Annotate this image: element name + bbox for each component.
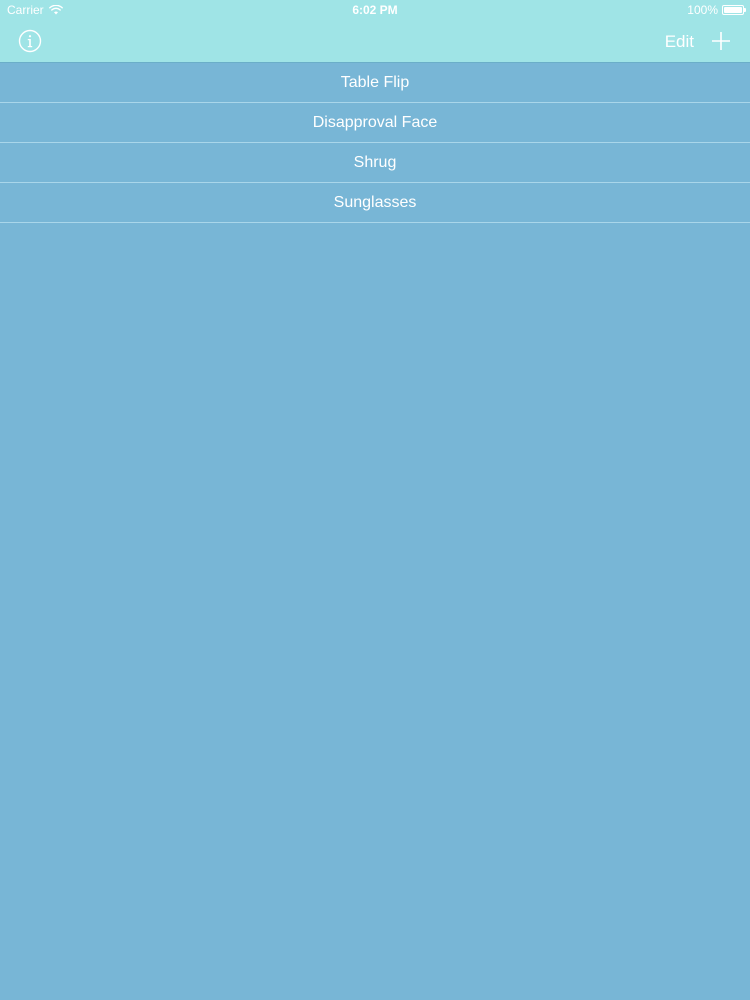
list-item-label: Sunglasses bbox=[333, 193, 417, 211]
list-item-label: Disapproval Face bbox=[312, 113, 438, 131]
battery-icon bbox=[722, 5, 746, 15]
list-item-label: Table Flip bbox=[340, 73, 410, 91]
clock: 6:02 PM bbox=[352, 3, 398, 17]
info-circle-icon[interactable] bbox=[18, 29, 42, 53]
face-list: Table Flip Disapproval Face Shrug Sungla… bbox=[0, 63, 750, 223]
battery-percent: 100% bbox=[687, 3, 718, 17]
navigation-bar: Carrier 6:02 PM 100% Edit bbox=[0, 0, 750, 63]
list-item[interactable]: Table Flip bbox=[0, 63, 750, 103]
list-item[interactable]: Sunglasses bbox=[0, 183, 750, 223]
plus-icon[interactable] bbox=[710, 30, 732, 52]
list-item-label: Shrug bbox=[353, 153, 397, 171]
list-item[interactable]: Shrug bbox=[0, 143, 750, 183]
battery-indicator: 100% bbox=[687, 3, 746, 17]
edit-button[interactable]: Edit bbox=[665, 32, 694, 52]
status-bar: Carrier 6:02 PM 100% bbox=[0, 0, 750, 20]
list-item[interactable]: Disapproval Face bbox=[0, 103, 750, 143]
